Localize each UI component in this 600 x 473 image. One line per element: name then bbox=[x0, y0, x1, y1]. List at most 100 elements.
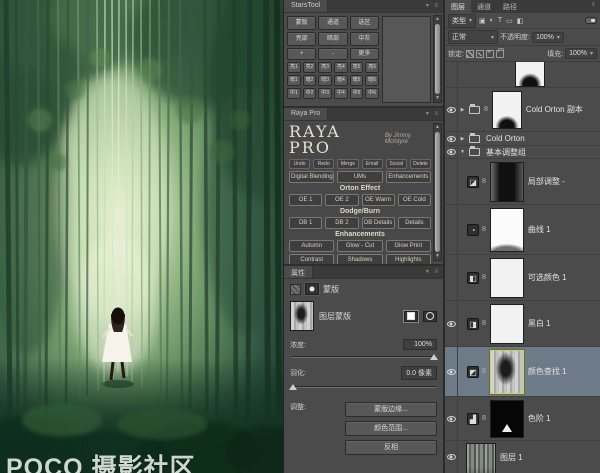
visibility-toggle[interactable] bbox=[445, 441, 458, 473]
rayapro-button[interactable]: Contrast bbox=[289, 254, 334, 264]
scroll-up-icon[interactable]: ▲ bbox=[435, 124, 440, 131]
collapse-group-icon[interactable]: ▼ bbox=[458, 149, 467, 155]
filter-kind-dropdown[interactable]: 类型▾ bbox=[448, 14, 476, 28]
rayapro-button[interactable]: Redo bbox=[313, 159, 334, 169]
layer-mask-thumbnail[interactable] bbox=[490, 400, 524, 438]
rayapro-button[interactable]: DB 1 bbox=[289, 217, 322, 229]
expand-group-icon[interactable]: ▶ bbox=[458, 107, 467, 113]
starstool-button[interactable]: - bbox=[318, 48, 347, 60]
visibility-toggle[interactable] bbox=[445, 301, 458, 346]
opacity-value-dropdown[interactable]: 100%▾ bbox=[532, 32, 564, 43]
filter-pixel-layers-icon[interactable]: ▣ bbox=[478, 17, 487, 25]
starstool-button[interactable]: 中6 bbox=[365, 88, 379, 99]
rayapro-button[interactable]: OE Warm bbox=[362, 194, 395, 206]
feather-value[interactable]: 0.0 像素 bbox=[401, 366, 437, 380]
layer-mask-thumbnail[interactable] bbox=[490, 350, 524, 394]
starstool-button[interactable]: 选区 bbox=[350, 16, 379, 30]
layer-row[interactable]: ▶8Cold Orton 副本 bbox=[445, 88, 600, 132]
starstool-button[interactable]: 中1 bbox=[287, 88, 301, 99]
tab-channels[interactable]: 通道 bbox=[471, 0, 497, 13]
starstool-button[interactable]: 中2 bbox=[303, 88, 317, 99]
properties-tab[interactable]: 属性 bbox=[284, 266, 313, 278]
starstool-button[interactable]: 中灰 bbox=[350, 32, 379, 46]
pixel-mask-icon[interactable] bbox=[404, 311, 418, 322]
layer-row[interactable]: ◩8颜色查找 1 bbox=[445, 347, 600, 397]
scrollbar-thumb[interactable] bbox=[435, 24, 440, 94]
group-mask-thumbnail[interactable] bbox=[492, 91, 522, 129]
mask-link-icon[interactable]: 8 bbox=[484, 106, 488, 113]
rayapro-button[interactable]: Social bbox=[386, 159, 407, 169]
layer-row[interactable]: ◪8局部调整 - bbox=[445, 159, 600, 205]
rayapro-button[interactable]: DB Details bbox=[362, 217, 395, 229]
rayapro-button[interactable]: Delete bbox=[410, 159, 431, 169]
rayapro-button[interactable]: Email bbox=[362, 159, 383, 169]
filter-adjustment-layers-icon[interactable]: ◐ bbox=[489, 17, 495, 24]
filter-type-layers-icon[interactable]: T bbox=[497, 17, 503, 24]
visibility-toggle[interactable] bbox=[445, 397, 458, 440]
lock-all-icon[interactable] bbox=[496, 50, 504, 58]
visibility-toggle[interactable] bbox=[445, 159, 458, 204]
starstool-button[interactable]: 亮4 bbox=[334, 62, 348, 73]
mask-adjust-button[interactable]: 反相 bbox=[345, 440, 437, 455]
layer-row[interactable]: ▼基本调整组 bbox=[445, 146, 600, 159]
rayapro-button[interactable]: OE 1 bbox=[289, 194, 322, 206]
starstool-button[interactable]: 暗4 bbox=[334, 75, 348, 86]
lock-transparency-icon[interactable] bbox=[466, 50, 474, 58]
rayapro-button[interactable]: Glow Print bbox=[386, 240, 431, 252]
mask-link-icon[interactable]: 8 bbox=[482, 226, 486, 233]
layer-mask-thumbnail[interactable] bbox=[490, 162, 524, 202]
density-slider-handle[interactable] bbox=[430, 354, 438, 360]
starstool-button[interactable]: 暗1 bbox=[287, 75, 301, 86]
density-value[interactable]: 100% bbox=[403, 339, 437, 350]
starstool-panel-menu-icon[interactable]: ▾ ≡ bbox=[423, 0, 443, 12]
scroll-up-icon[interactable]: ▲ bbox=[435, 16, 440, 23]
starstool-scrollbar[interactable]: ▲ ▼ bbox=[433, 15, 442, 103]
starstool-tab[interactable]: StarsTool bbox=[284, 0, 328, 12]
visibility-toggle[interactable] bbox=[445, 146, 458, 158]
rayapro-button[interactable]: Details bbox=[398, 217, 431, 229]
adjustment-layer-icon[interactable]: ▟ bbox=[467, 413, 479, 425]
layer-row[interactable]: ▟8色阶 1 bbox=[445, 397, 600, 441]
mask-link-icon[interactable]: 8 bbox=[482, 320, 486, 327]
layer-row[interactable]: ◧8可选颜色 1 bbox=[445, 255, 600, 301]
blend-mode-dropdown[interactable]: 正常▾ bbox=[448, 30, 498, 44]
mask-thumbnail[interactable] bbox=[290, 301, 314, 331]
fill-value-dropdown[interactable]: 100%▾ bbox=[565, 48, 597, 59]
tab-layers[interactable]: 图层 bbox=[445, 0, 471, 13]
layer-row[interactable]: ▶Cold Orton bbox=[445, 132, 600, 146]
scroll-down-icon[interactable]: ▼ bbox=[435, 253, 440, 260]
filter-shape-layers-icon[interactable]: ▭ bbox=[505, 17, 514, 25]
rayapro-button[interactable]: Shadows bbox=[337, 254, 382, 264]
layer-mask-thumbnail[interactable] bbox=[515, 62, 545, 87]
starstool-button[interactable]: 亮5 bbox=[350, 62, 364, 73]
rayapro-button[interactable]: OE Cold bbox=[398, 194, 431, 206]
starstool-button[interactable]: 中4 bbox=[334, 88, 348, 99]
mask-link-icon[interactable]: 8 bbox=[482, 178, 486, 185]
adjustment-controls-icon[interactable] bbox=[290, 284, 301, 295]
layer-mask-thumbnail[interactable] bbox=[490, 258, 524, 298]
rayapro-tab[interactable]: Raya Pro bbox=[284, 108, 328, 120]
rayapro-button[interactable]: Undo bbox=[289, 159, 310, 169]
rayapro-button[interactable]: Glow - Cut bbox=[337, 240, 382, 252]
rayapro-button[interactable]: Merge bbox=[337, 159, 358, 169]
tab-paths[interactable]: 路径 bbox=[497, 0, 523, 13]
expand-group-icon[interactable]: ▶ bbox=[458, 136, 467, 142]
adjustment-layer-icon[interactable]: ◪ bbox=[467, 176, 479, 188]
layer-row[interactable]: ◔8曲线 1 bbox=[445, 205, 600, 255]
adjustment-layer-icon[interactable]: ◔ bbox=[467, 224, 479, 236]
visibility-toggle[interactable] bbox=[445, 132, 458, 145]
visibility-toggle[interactable] bbox=[445, 205, 458, 254]
lock-position-icon[interactable] bbox=[486, 50, 494, 58]
adjustment-layer-icon[interactable]: ◩ bbox=[467, 366, 479, 378]
mask-adjust-button[interactable]: 颜色范围... bbox=[345, 421, 437, 436]
layer-mask-thumbnail[interactable] bbox=[490, 304, 524, 344]
layer-row[interactable]: 图层 1 bbox=[445, 441, 600, 473]
layer-thumbnail[interactable] bbox=[466, 443, 496, 473]
starstool-button[interactable]: 亮1 bbox=[287, 62, 301, 73]
starstool-button[interactable]: 亮6 bbox=[365, 62, 379, 73]
rayapro-button[interactable]: UMs bbox=[337, 171, 382, 183]
mask-link-icon[interactable]: 8 bbox=[482, 415, 486, 422]
starstool-button[interactable]: 暗5 bbox=[350, 75, 364, 86]
feather-slider[interactable] bbox=[291, 386, 436, 388]
starstool-button[interactable]: 暗3 bbox=[318, 75, 332, 86]
